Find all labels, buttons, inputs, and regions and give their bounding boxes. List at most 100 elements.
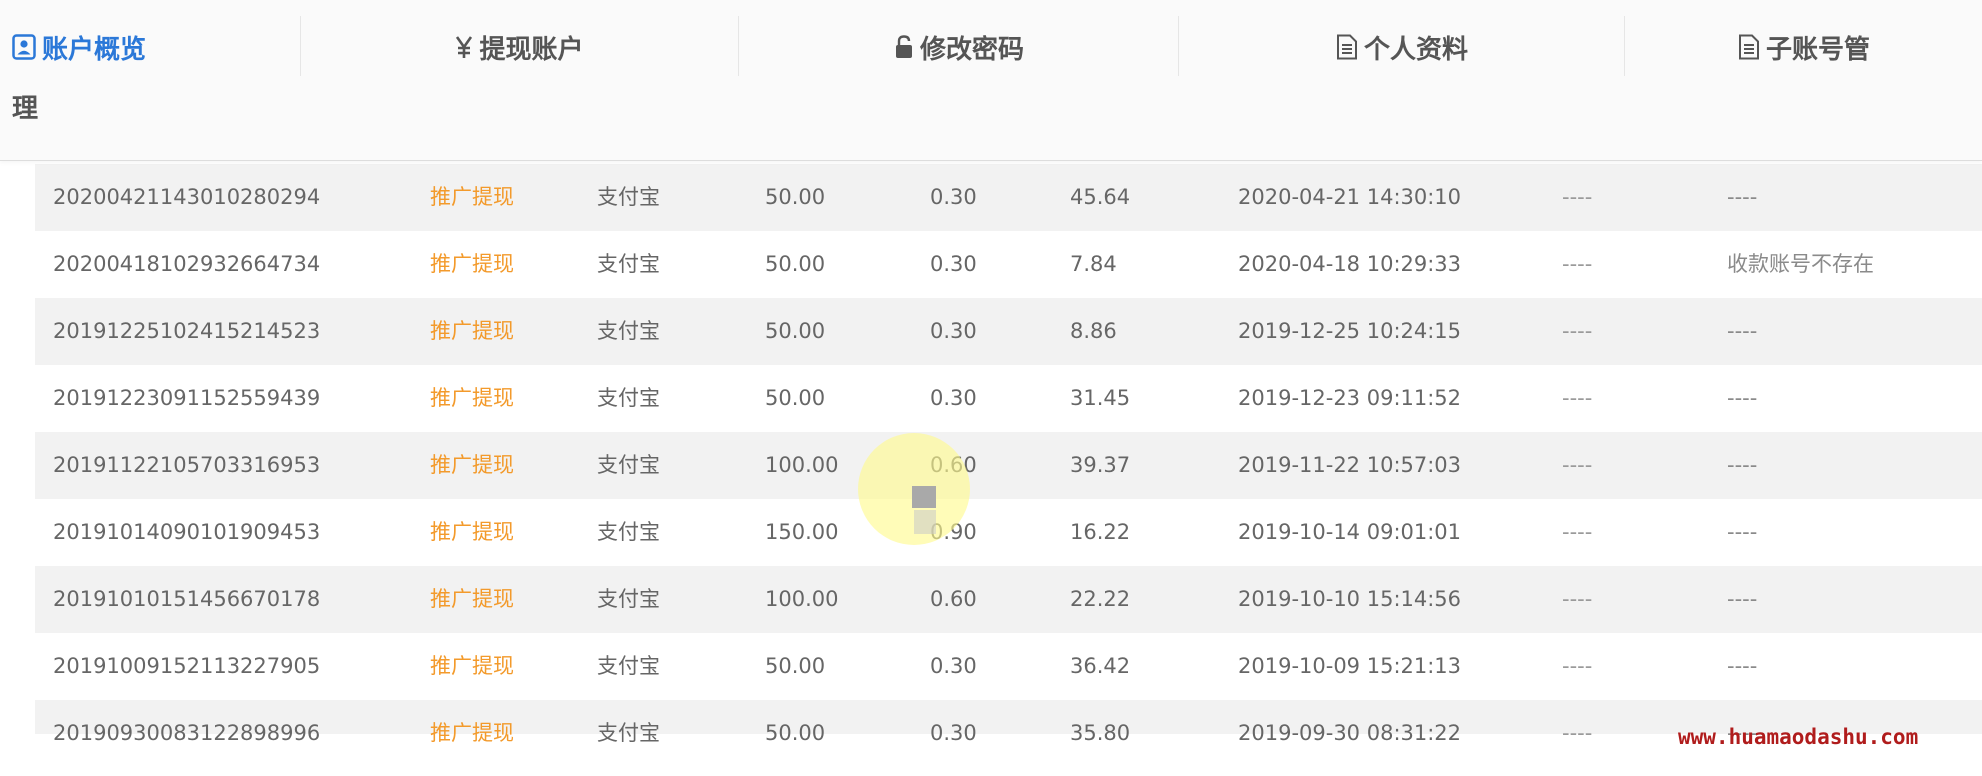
withdraw-amount: 50.00 <box>765 386 826 410</box>
withdraw-fee: 0.30 <box>930 386 977 410</box>
record-id: 20191223091152559439 <box>53 386 321 410</box>
withdraw-amount: 100.00 <box>765 453 839 477</box>
withdraw-channel: 支付宝 <box>597 654 660 678</box>
status-cell: ---- <box>1562 319 1593 343</box>
withdraw-fee: 0.60 <box>930 587 977 611</box>
record-id: 20191014090101909453 <box>53 520 321 544</box>
withdraw-time: 2020-04-18 10:29:33 <box>1238 252 1462 276</box>
withdraw-time: 2019-12-25 10:24:15 <box>1238 319 1462 343</box>
table-row: 20191009152113227905 推广提现 支付宝 50.00 0.30 36.4… <box>35 633 1982 700</box>
withdraw-amount: 50.00 <box>765 252 826 276</box>
withdraw-time: 2019-12-23 09:11:52 <box>1238 386 1462 410</box>
table-row: 20191225102415214523 推广提现 支付宝 50.00 0.30 8.86… <box>35 298 1982 365</box>
withdraw-type: 推广提现 <box>430 520 514 544</box>
withdraw-fee: 0.60 <box>930 453 977 477</box>
status-cell: ---- <box>1562 654 1593 678</box>
withdraw-channel: 支付宝 <box>597 587 660 611</box>
balance-amount: 36.42 <box>1070 654 1131 678</box>
record-id: 20191122105703316953 <box>53 453 321 477</box>
nav-divider <box>300 16 301 76</box>
mouse-cursor-shadow <box>914 510 936 534</box>
tab-label: 账户概览 <box>42 34 147 65</box>
note-cell: ---- <box>1727 520 1758 544</box>
balance-amount: 7.84 <box>1070 252 1117 276</box>
tab-withdraw-account[interactable]: 提现账户 <box>302 0 737 94</box>
tab-account-overview[interactable]: 账户概览 <box>12 0 302 94</box>
status-cell: ---- <box>1562 520 1593 544</box>
status-cell: ---- <box>1562 721 1593 745</box>
withdraw-type: 推广提现 <box>430 252 514 276</box>
withdraw-time: 2019-10-10 15:14:56 <box>1238 587 1462 611</box>
withdraw-time: 2019-11-22 10:57:03 <box>1238 453 1462 477</box>
withdraw-channel: 支付宝 <box>597 520 660 544</box>
withdraw-time: 2020-04-21 14:30:10 <box>1238 185 1462 209</box>
tab-label: 修改密码 <box>919 34 1024 65</box>
status-cell: ---- <box>1562 453 1593 477</box>
tab-label: 个人资料 <box>1363 34 1468 65</box>
tab-change-password[interactable]: 修改密码 <box>740 0 1178 94</box>
withdraw-channel: 支付宝 <box>597 721 660 745</box>
withdraw-channel: 支付宝 <box>597 252 660 276</box>
withdraw-channel: 支付宝 <box>597 386 660 410</box>
withdraw-fee: 0.30 <box>930 654 977 678</box>
withdraw-records-table: 20200422114242761641充值提现支付宝33.780.200.00… <box>35 114 1982 745</box>
tab-sub-account-wrap[interactable]: 理 <box>12 88 38 125</box>
record-id: 20190930083122898996 <box>53 721 321 745</box>
table-row: 20191122105703316953 推广提现 支付宝 100.00 0.60 39.… <box>35 432 1982 499</box>
nav-divider <box>738 16 739 76</box>
withdraw-time: 2019-10-14 09:01:01 <box>1238 520 1462 544</box>
withdraw-channel: 支付宝 <box>597 185 660 209</box>
balance-amount: 35.80 <box>1070 721 1131 745</box>
withdraw-time: 2019-09-30 08:31:22 <box>1238 721 1462 745</box>
document-icon <box>1336 34 1358 60</box>
withdraw-amount: 50.00 <box>765 185 826 209</box>
nav-divider <box>1624 16 1625 76</box>
withdraw-fee: 0.90 <box>930 520 977 544</box>
balance-amount: 31.45 <box>1070 386 1131 410</box>
withdraw-type: 推广提现 <box>430 587 514 611</box>
balance-amount: 16.22 <box>1070 520 1131 544</box>
watermark: www.huamaodashu.com <box>1678 725 1919 749</box>
withdraw-type: 推广提现 <box>430 721 514 745</box>
mouse-cursor <box>912 486 936 508</box>
note-cell: ---- <box>1727 587 1758 611</box>
balance-amount: 8.86 <box>1070 319 1117 343</box>
record-id: 20200418102932664734 <box>53 252 321 276</box>
withdraw-fee: 0.30 <box>930 721 977 745</box>
withdraw-type: 推广提现 <box>430 185 514 209</box>
record-id: 20191009152113227905 <box>53 654 321 678</box>
withdraw-amount: 100.00 <box>765 587 839 611</box>
table-row: 20191014090101909453 推广提现 支付宝 150.00 0.90 16.… <box>35 499 1982 566</box>
lock-icon <box>894 35 914 59</box>
nav-divider <box>1178 16 1179 76</box>
withdraw-fee: 0.30 <box>930 319 977 343</box>
withdraw-type: 推广提现 <box>430 386 514 410</box>
withdraw-amount: 150.00 <box>765 520 839 544</box>
table-row: 20200418102932664734 推广提现 支付宝 50.00 0.30 7.84… <box>35 231 1982 298</box>
withdraw-fee: 0.30 <box>930 252 977 276</box>
note-cell: 收款账号不存在 <box>1727 252 1874 276</box>
status-cell: ---- <box>1562 252 1593 276</box>
balance-amount: 39.37 <box>1070 453 1131 477</box>
status-cell: ---- <box>1562 386 1593 410</box>
balance-amount: 45.64 <box>1070 185 1131 209</box>
status-cell: ---- <box>1562 587 1593 611</box>
tab-profile[interactable]: 个人资料 <box>1180 0 1624 94</box>
table-row: 20200421143010280294 推广提现 支付宝 50.00 0.30 45.6… <box>35 164 1982 231</box>
withdraw-amount: 50.00 <box>765 721 826 745</box>
yen-icon <box>455 35 473 59</box>
top-nav: 账户概览 提现账户 修改密码 个人资料 子账号管 理 <box>0 0 1982 161</box>
record-id: 20191225102415214523 <box>53 319 321 343</box>
tab-sub-account[interactable]: 子账号管 <box>1626 0 1982 94</box>
table-row: 20191223091152559439 推广提现 支付宝 50.00 0.30 31.4… <box>35 365 1982 432</box>
withdraw-type: 推广提现 <box>430 654 514 678</box>
document-icon <box>1738 34 1760 60</box>
note-cell: ---- <box>1727 386 1758 410</box>
account-icon <box>12 34 36 60</box>
tab-label: 子账号管 <box>1765 34 1870 65</box>
status-cell: ---- <box>1562 185 1593 209</box>
withdraw-time: 2019-10-09 15:21:13 <box>1238 654 1462 678</box>
note-cell: ---- <box>1727 319 1758 343</box>
withdraw-type: 推广提现 <box>430 319 514 343</box>
withdraw-fee: 0.30 <box>930 185 977 209</box>
